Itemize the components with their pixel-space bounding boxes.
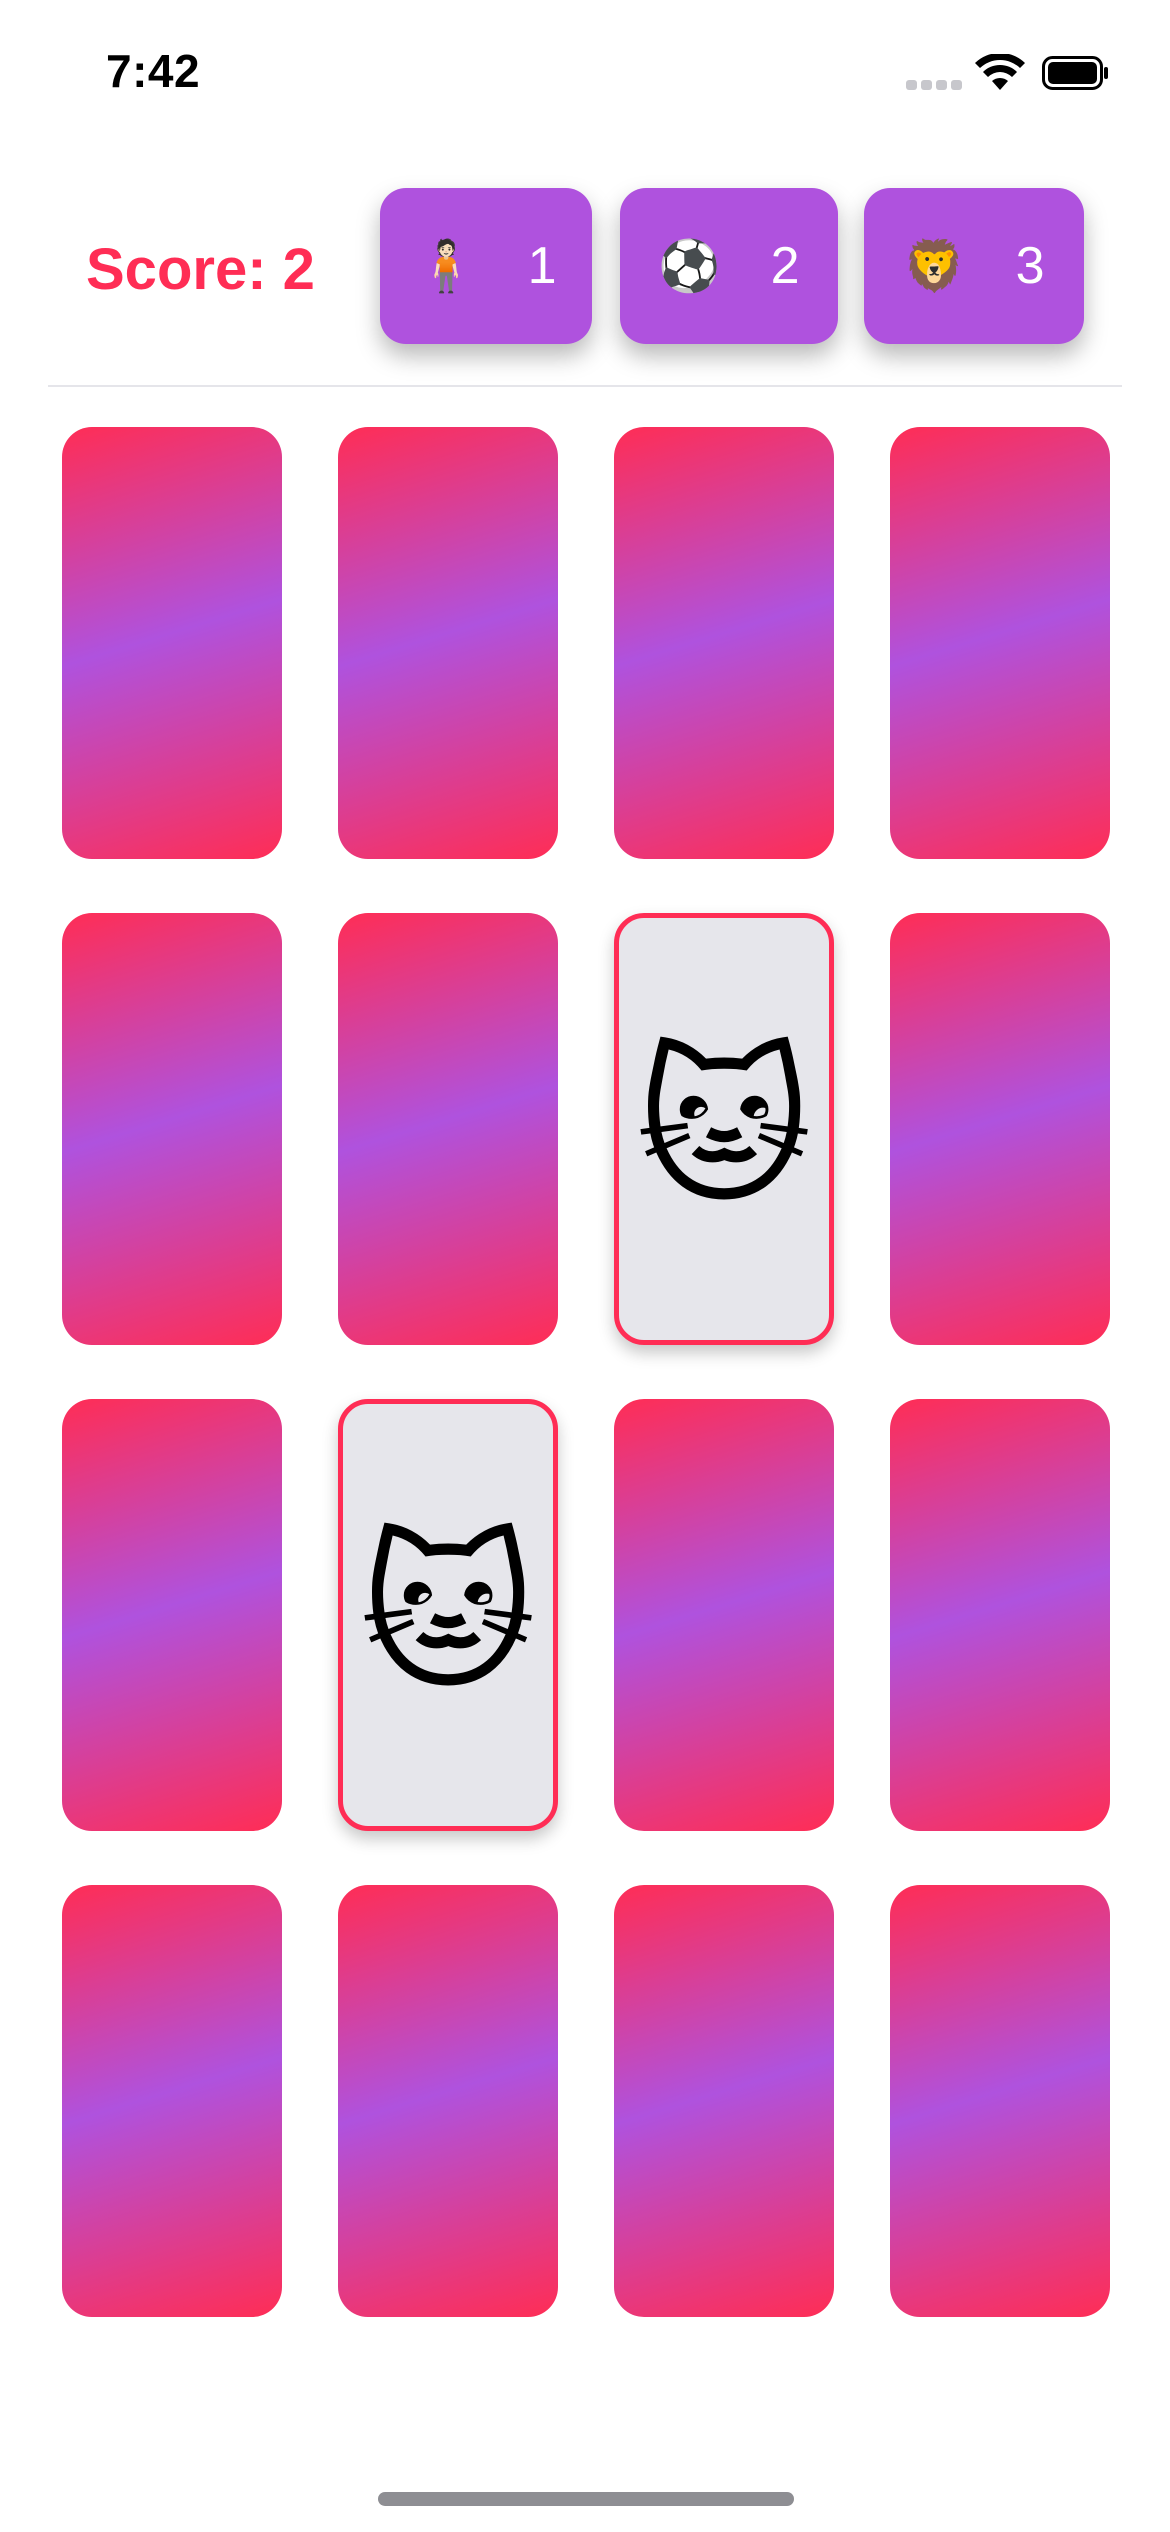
card-face-down[interactable] xyxy=(890,427,1110,859)
soccer-ball-icon: ⚽️ xyxy=(658,238,721,294)
card-face-down[interactable] xyxy=(614,427,834,859)
cat-face-icon: 🐱 xyxy=(359,1520,537,1710)
card-face-down[interactable] xyxy=(62,427,282,859)
game-header: Score: 2 🧍🏻 1 ⚽️ 2 🦁 3 xyxy=(0,186,1170,346)
card-grid: 🐱 🐱 xyxy=(62,427,1110,2317)
card-face-down[interactable] xyxy=(890,913,1110,1345)
theme-count: 2 xyxy=(770,237,800,295)
theme-button-lion[interactable]: 🦁 3 xyxy=(864,188,1084,344)
battery-icon xyxy=(1042,56,1108,90)
card-face-up[interactable]: 🐱 xyxy=(338,1399,558,1831)
theme-count: 3 xyxy=(1015,237,1045,295)
status-time: 7:42 xyxy=(106,45,201,97)
home-indicator[interactable] xyxy=(378,2492,794,2506)
header-divider xyxy=(48,385,1122,387)
card-face-down[interactable] xyxy=(338,1885,558,2317)
theme-count: 1 xyxy=(527,237,557,295)
status-bar: 7:42 xyxy=(0,0,1170,150)
wifi-icon xyxy=(975,54,1025,90)
score-label: Score: 2 xyxy=(86,237,315,302)
card-face-down[interactable] xyxy=(338,427,558,859)
card-face-down[interactable] xyxy=(614,1399,834,1831)
card-face-down[interactable] xyxy=(338,913,558,1345)
lion-icon: 🦁 xyxy=(903,238,966,294)
card-face-down[interactable] xyxy=(62,1885,282,2317)
card-face-down[interactable] xyxy=(62,1399,282,1831)
person-standing-icon: 🧍🏻 xyxy=(415,238,478,294)
card-face-up[interactable]: 🐱 xyxy=(614,913,834,1345)
theme-button-person[interactable]: 🧍🏻 1 xyxy=(380,188,592,344)
memory-game-screen: 7:42 Score: 2 🧍🏻 1 ⚽️ 2 🦁 3 🐱 🐱 xyxy=(0,0,1170,2532)
theme-button-soccer[interactable]: ⚽️ 2 xyxy=(620,188,838,344)
cat-face-icon: 🐱 xyxy=(635,1034,813,1224)
card-face-down[interactable] xyxy=(890,1399,1110,1831)
card-face-down[interactable] xyxy=(890,1885,1110,2317)
cellular-signal-icon xyxy=(906,80,962,92)
card-face-down[interactable] xyxy=(614,1885,834,2317)
card-face-down[interactable] xyxy=(62,913,282,1345)
